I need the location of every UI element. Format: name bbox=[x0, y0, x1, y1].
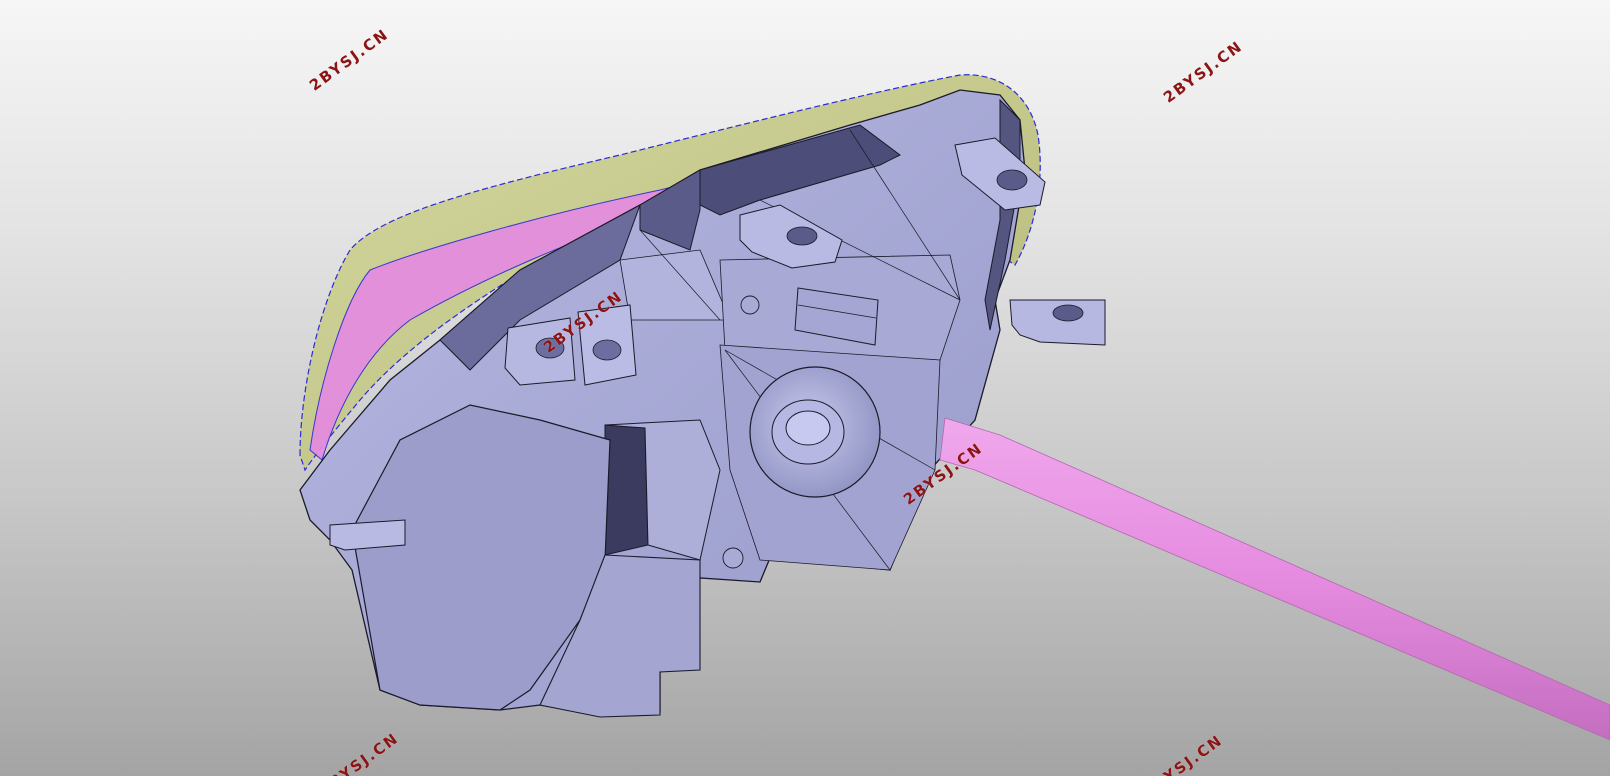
small-hole-2 bbox=[722, 547, 744, 569]
mounting-boss-hole bbox=[785, 410, 831, 446]
headlamp-housing-model[interactable] bbox=[0, 0, 1610, 776]
center-slot-dark-face bbox=[604, 424, 649, 556]
side-mounting-ear-hole bbox=[1052, 304, 1084, 322]
light-pipe-rod bbox=[939, 417, 1610, 741]
cad-3d-viewport[interactable]: 2BYSJ.CN 2BYSJ.CN 2BYSJ.CN 2BYSJ.CN 2BYS… bbox=[0, 0, 1610, 776]
bracket-top-right-hole bbox=[996, 169, 1028, 191]
bracket-top-middle-hole bbox=[786, 226, 818, 246]
small-hole-1 bbox=[740, 295, 760, 315]
left-clip-tab bbox=[329, 519, 406, 551]
side-mounting-ear bbox=[1009, 299, 1106, 346]
bracket-left-2-hole bbox=[592, 339, 622, 361]
